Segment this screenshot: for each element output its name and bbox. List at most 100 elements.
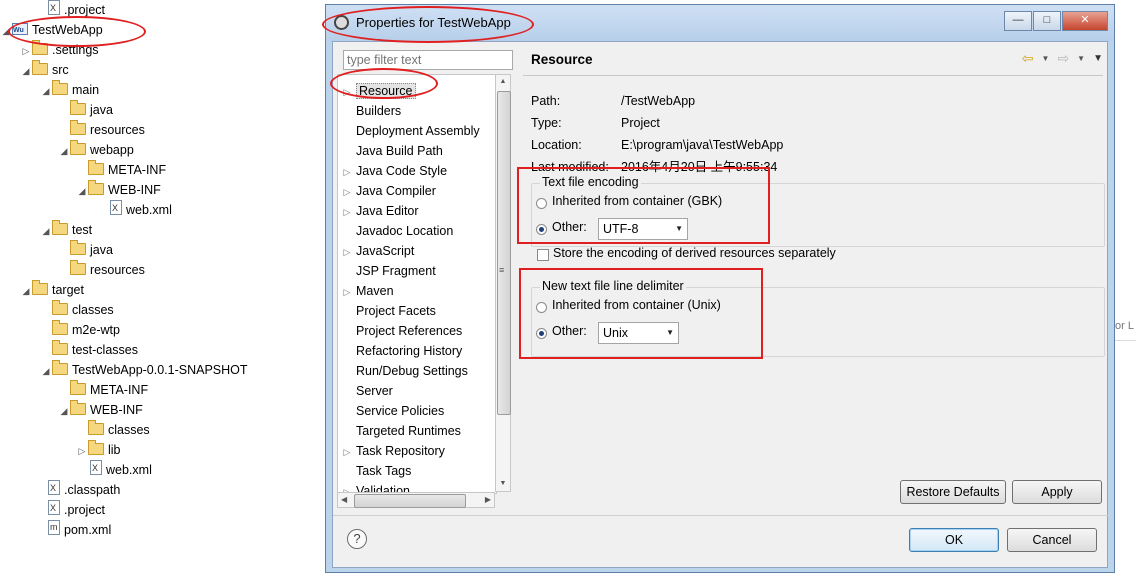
tree-item[interactable]: ◢ TestWebApp: [0, 20, 103, 41]
nav-item[interactable]: ▷ Task Repository: [338, 441, 496, 462]
nav-item[interactable]: ▷ Java Editor: [338, 201, 496, 222]
nav-item[interactable]: Builders: [338, 101, 496, 121]
collapsed-arrow-icon[interactable]: ▷: [338, 162, 356, 182]
maximize-button[interactable]: □: [1033, 11, 1061, 31]
tree-item[interactable]: .project: [34, 0, 105, 20]
tree-item[interactable]: java: [58, 100, 113, 120]
view-menu-icon[interactable]: ▼: [1093, 53, 1103, 64]
tree-item[interactable]: resources: [58, 260, 145, 280]
collapsed-arrow-icon[interactable]: ▷: [338, 242, 356, 262]
expanded-arrow-icon[interactable]: ◢: [40, 221, 52, 241]
collapsed-arrow-icon[interactable]: ▷: [20, 41, 32, 61]
collapsed-arrow-icon[interactable]: ▷: [338, 202, 356, 222]
scroll-down-icon[interactable]: ▼: [496, 477, 510, 491]
tree-item[interactable]: ◢ main: [40, 80, 99, 100]
forward-dropdown-icon[interactable]: ▼: [1077, 54, 1085, 63]
nav-item[interactable]: ▷ JavaScript: [338, 241, 496, 262]
collapsed-arrow-icon[interactable]: ▷: [338, 82, 356, 102]
delimiter-group: New text file line delimiter Inherited f…: [531, 279, 1105, 357]
tree-item[interactable]: ▷ .settings: [20, 40, 99, 60]
encoding-inherited-radio[interactable]: [536, 198, 547, 209]
expanded-arrow-icon[interactable]: ◢: [76, 181, 88, 201]
collapsed-arrow-icon[interactable]: ▷: [338, 442, 356, 462]
nav-item[interactable]: ▷ Java Compiler: [338, 181, 496, 202]
expanded-arrow-icon[interactable]: ◢: [20, 61, 32, 81]
close-button[interactable]: ✕: [1062, 11, 1108, 31]
dialog-titlebar[interactable]: Properties for TestWebApp — □ ✕: [326, 5, 1114, 41]
scroll-thumb[interactable]: [497, 91, 511, 415]
nav-vertical-scrollbar[interactable]: ▲ ≡ ▼: [495, 74, 511, 492]
expanded-arrow-icon[interactable]: ◢: [58, 141, 70, 161]
nav-item[interactable]: Service Policies: [338, 401, 496, 421]
tree-item[interactable]: .project: [34, 498, 105, 520]
scroll-left-icon[interactable]: ◀: [341, 493, 347, 507]
tree-item[interactable]: META-INF: [58, 380, 148, 400]
nav-item[interactable]: Project Facets: [338, 301, 496, 321]
collapsed-arrow-icon[interactable]: ▷: [338, 282, 356, 302]
nav-item[interactable]: Javadoc Location: [338, 221, 496, 241]
delimiter-combo[interactable]: Unix ▼: [598, 322, 679, 344]
nav-item[interactable]: Run/Debug Settings: [338, 361, 496, 381]
encoding-combo[interactable]: UTF-8 ▼: [598, 218, 688, 240]
tree-item[interactable]: web.xml: [96, 198, 172, 220]
tree-item[interactable]: web.xml: [76, 458, 152, 480]
nav-item[interactable]: ▷ Resource: [338, 81, 496, 102]
back-arrow-icon[interactable]: ⇦: [1022, 50, 1034, 67]
tree-item[interactable]: ◢ WEB-INF: [58, 400, 143, 420]
collapsed-arrow-icon[interactable]: ▷: [338, 182, 356, 202]
tree-item-label: webapp: [90, 143, 134, 157]
delimiter-other-radio[interactable]: [536, 328, 547, 339]
tree-item[interactable]: META-INF: [76, 160, 166, 180]
delimiter-combo-value: Unix: [603, 326, 629, 340]
restore-defaults-button[interactable]: Restore Defaults: [900, 480, 1006, 504]
nav-item[interactable]: Project References: [338, 321, 496, 341]
tree-item[interactable]: java: [58, 240, 113, 260]
nav-item-label: Builders: [356, 104, 402, 118]
back-dropdown-icon[interactable]: ▼: [1042, 54, 1050, 63]
tree-item[interactable]: ◢ test: [40, 220, 92, 240]
scroll-up-icon[interactable]: ▲: [496, 75, 510, 89]
expanded-arrow-icon[interactable]: ◢: [0, 21, 12, 41]
collapsed-arrow-icon[interactable]: ▷: [76, 441, 88, 461]
tree-item[interactable]: classes: [76, 420, 150, 440]
tree-item[interactable]: .classpath: [34, 478, 120, 500]
nav-item[interactable]: Server: [338, 381, 496, 401]
expanded-arrow-icon[interactable]: ◢: [40, 361, 52, 381]
forward-arrow-icon[interactable]: ⇨: [1057, 50, 1069, 67]
nav-horizontal-scrollbar[interactable]: ◀ ▶: [337, 492, 495, 508]
store-encoding-checkbox[interactable]: [537, 249, 549, 261]
tree-item[interactable]: ◢ webapp: [58, 140, 134, 160]
hscroll-thumb[interactable]: [354, 494, 466, 508]
cancel-button[interactable]: Cancel: [1007, 528, 1097, 552]
tree-item[interactable]: resources: [58, 120, 145, 140]
nav-item[interactable]: Targeted Runtimes: [338, 421, 496, 441]
nav-item[interactable]: Java Build Path: [338, 141, 496, 161]
tree-item[interactable]: ◢ target: [20, 280, 84, 300]
nav-item[interactable]: ▷ Java Code Style: [338, 161, 496, 182]
expanded-arrow-icon[interactable]: ◢: [58, 401, 70, 421]
ok-button[interactable]: OK: [909, 528, 999, 552]
nav-item[interactable]: Task Tags: [338, 461, 496, 481]
tree-item[interactable]: m2e-wtp: [40, 320, 120, 340]
minimize-button[interactable]: —: [1004, 11, 1032, 31]
tree-item[interactable]: ◢ WEB-INF: [76, 180, 161, 200]
tree-item[interactable]: pom.xml: [34, 517, 111, 540]
nav-item[interactable]: JSP Fragment: [338, 261, 496, 281]
scroll-right-icon[interactable]: ▶: [485, 493, 491, 507]
apply-button[interactable]: Apply: [1012, 480, 1102, 504]
nav-item[interactable]: Refactoring History: [338, 341, 496, 361]
expanded-arrow-icon[interactable]: ◢: [20, 281, 32, 301]
nav-item[interactable]: Deployment Assembly: [338, 121, 496, 141]
tree-item[interactable]: ◢ TestWebApp-0.0.1-SNAPSHOT: [40, 360, 248, 380]
tree-item[interactable]: ◢ src: [20, 60, 69, 80]
expanded-arrow-icon[interactable]: ◢: [40, 81, 52, 101]
help-icon[interactable]: ?: [347, 529, 367, 549]
tree-item[interactable]: ▷ lib: [76, 440, 121, 460]
nav-item[interactable]: ▷ Maven: [338, 281, 496, 302]
filter-input[interactable]: [343, 50, 513, 70]
tree-item[interactable]: classes: [40, 300, 114, 320]
delimiter-inherited-radio[interactable]: [536, 302, 547, 313]
encoding-other-radio[interactable]: [536, 224, 547, 235]
folder-icon: [70, 380, 86, 395]
tree-item[interactable]: test-classes: [40, 340, 138, 360]
